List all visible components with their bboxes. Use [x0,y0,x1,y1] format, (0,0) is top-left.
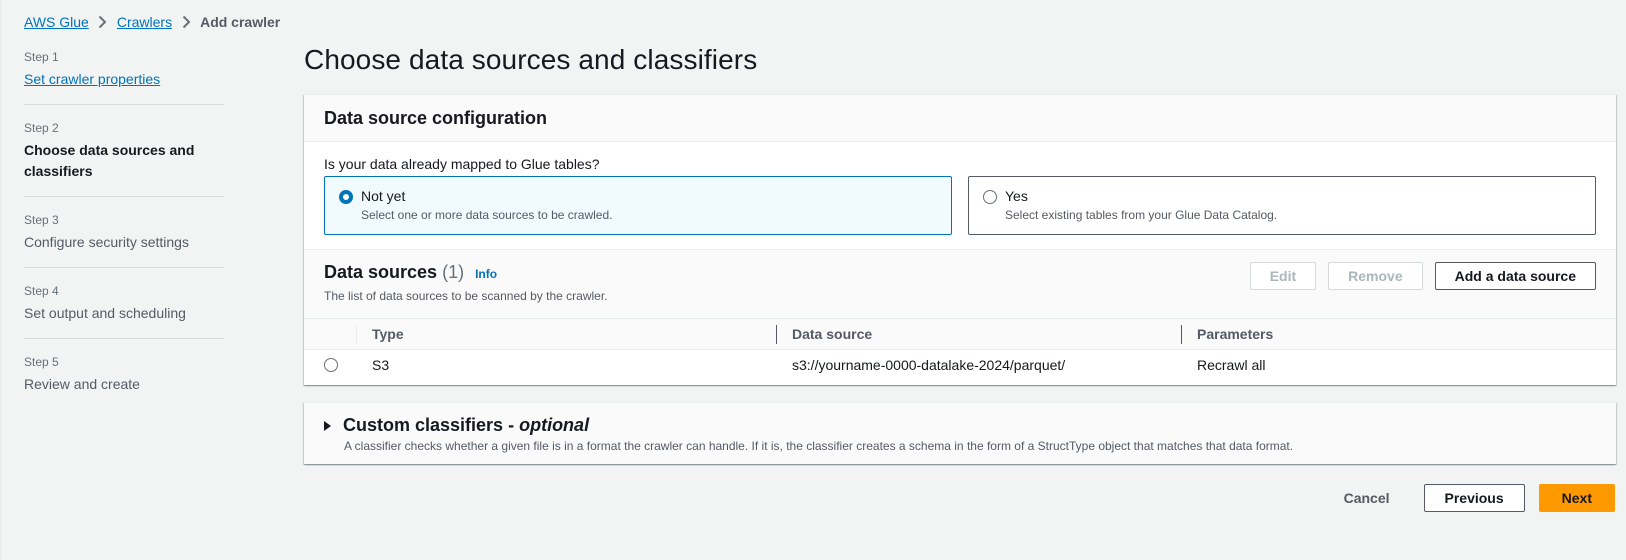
custom-classifiers-title: Custom classifiers - [343,415,515,435]
data-sources-actions: Edit Remove Add a data source [1249,262,1596,306]
step-title-active: Choose data sources and classifiers [24,142,195,179]
data-sources-table: Type Data source Parameters S3 s3://your… [304,318,1616,381]
step-number: Step 3 [24,213,59,227]
step-title: Configure security settings [24,234,189,250]
chevron-right-icon [89,15,117,29]
info-link[interactable]: Info [475,267,497,281]
panel-header: Data source configuration [304,95,1616,142]
option-description: Select existing tables from your Glue Da… [1005,208,1278,222]
step-number: Step 2 [24,121,59,135]
step-link-set-crawler-properties[interactable]: Set crawler properties [24,69,224,90]
chevron-right-icon [172,15,200,29]
data-source-configuration-panel: Data source configuration Is your data a… [304,94,1616,385]
row-select-radio[interactable] [324,358,338,373]
column-header-type[interactable]: Type [356,318,776,350]
cell-data-source: s3://yourname-0000-datalake-2024/parquet… [776,349,1181,381]
option-label: Not yet [361,188,406,204]
step-5: Step 5 Review and create [24,354,224,409]
edit-button[interactable]: Edit [1249,262,1317,290]
column-header-data-source[interactable]: Data source [776,318,1181,350]
optional-label: optional [519,415,590,435]
data-sources-description: The list of data sources to be scanned b… [324,289,608,303]
breadcrumb: AWS Glue Crawlers Add crawler [24,14,280,30]
wizard-steps: Step 1 Set crawler properties Step 2 Cho… [24,49,224,424]
custom-classifiers-toggle[interactable]: Custom classifiers - optional [324,415,1596,436]
column-header-parameters[interactable]: Parameters [1181,318,1616,350]
option-not-yet-tile[interactable]: Not yet Select one or more data sources … [324,176,952,235]
step-3: Step 3 Configure security settings [24,212,224,268]
next-button[interactable]: Next [1538,484,1615,512]
radio-unchecked-icon[interactable] [983,190,997,204]
step-1: Step 1 Set crawler properties [24,49,224,105]
option-description: Select one or more data sources to be cr… [361,208,613,222]
data-sources-count: (1) [442,262,465,282]
step-number: Step 5 [24,355,59,369]
option-label: Yes [1005,188,1028,204]
previous-button[interactable]: Previous [1423,484,1525,512]
mapped-question-label: Is your data already mapped to Glue tabl… [324,156,600,172]
select-column-header [304,318,356,350]
step-4: Step 4 Set output and scheduling [24,283,224,339]
table-row[interactable]: S3 s3://yourname-0000-datalake-2024/parq… [304,349,1616,381]
step-title: Review and create [24,376,140,392]
breadcrumb-aws-glue[interactable]: AWS Glue [24,14,89,30]
step-number: Step 4 [24,284,59,298]
cancel-button[interactable]: Cancel [1324,484,1410,512]
cell-type: S3 [356,349,776,381]
breadcrumb-crawlers[interactable]: Crawlers [117,14,172,30]
caret-right-icon[interactable] [324,420,331,431]
option-yes-tile[interactable]: Yes Select existing tables from your Glu… [968,176,1596,235]
remove-button[interactable]: Remove [1328,262,1423,290]
data-sources-title: Data sources [324,262,438,282]
radio-checked-icon[interactable] [339,190,353,204]
step-2: Step 2 Choose data sources and classifie… [24,120,224,197]
breadcrumb-current: Add crawler [200,14,281,30]
data-sources-section: Data sources (1) Info The list of data s… [304,249,1616,381]
wizard-actions: Cancel Previous Next [1324,484,1615,512]
cell-parameters: Recrawl all [1181,349,1616,381]
add-data-source-button[interactable]: Add a data source [1434,262,1596,290]
step-title: Set output and scheduling [24,305,186,321]
custom-classifiers-panel: Custom classifiers - optional A classifi… [304,402,1616,464]
mapped-radio-group: Not yet Select one or more data sources … [324,176,1596,235]
data-sources-heading: Data sources (1) Info [324,262,608,283]
custom-classifiers-description: A classifier checks whether a given file… [344,439,1294,453]
step-number: Step 1 [24,50,59,64]
page-title: Choose data sources and classifiers [304,44,758,75]
